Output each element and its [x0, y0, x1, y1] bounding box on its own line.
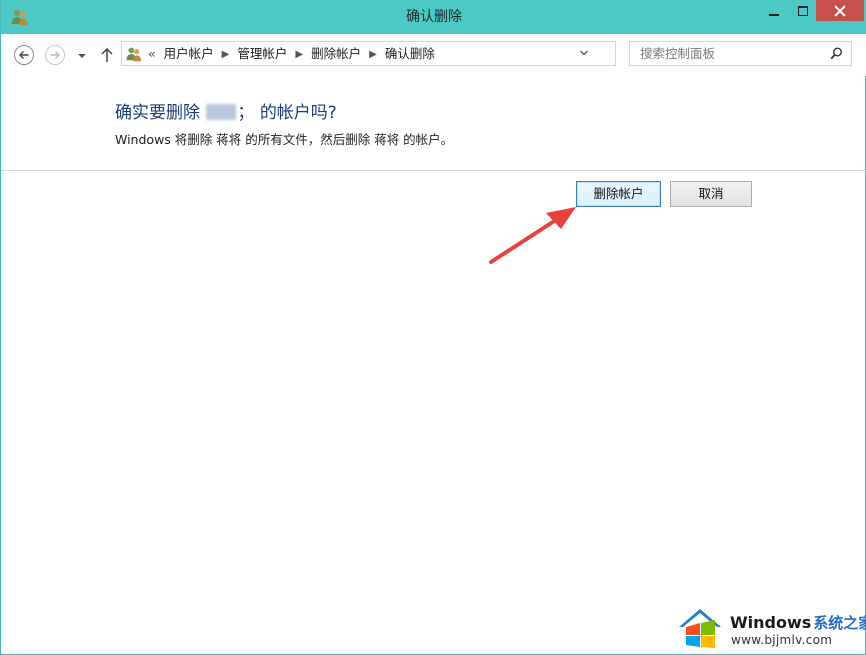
search-placeholder: 搜索控制面板	[640, 46, 716, 61]
forward-arrow-icon	[50, 51, 60, 59]
breadcrumb-overflow[interactable]: «	[148, 42, 156, 65]
breadcrumb-item-delete-account[interactable]: 删除帐户	[311, 42, 361, 65]
minimize-button[interactable]	[761, 0, 787, 22]
question-text-end: 的帐户吗?	[259, 103, 337, 123]
close-button[interactable]	[816, 0, 864, 21]
up-arrow-icon[interactable]	[99, 46, 115, 64]
redacted-username	[206, 104, 237, 120]
confirm-delete-window: 确认删除 « 用户帐户 ▶ 管理帐户 ▶ 删除帐户 ▶ 确认删除 搜索控制面板 确…	[0, 0, 866, 655]
content-header-area	[1, 76, 866, 171]
search-input[interactable]: 搜索控制面板	[629, 41, 852, 66]
question-text-start: 确实要删除	[115, 103, 200, 123]
breadcrumb-item-manage-accounts[interactable]: 管理帐户	[237, 42, 287, 65]
window-title: 确认删除	[406, 9, 462, 25]
chevron-down-icon[interactable]	[579, 48, 589, 58]
red-arrow-annotation	[489, 207, 576, 264]
chevron-right-icon[interactable]: ▶	[369, 43, 377, 66]
address-bar[interactable]: « 用户帐户 ▶ 管理帐户 ▶ 删除帐户 ▶ 确认删除	[121, 41, 729, 66]
question-partial-char: ；	[237, 103, 255, 123]
maximize-button[interactable]	[790, 0, 816, 22]
chevron-right-icon[interactable]: ▶	[295, 43, 303, 66]
watermark-brand-cn: 系统之家	[813, 614, 866, 632]
back-arrow-icon	[19, 51, 29, 59]
cancel-button[interactable]: 取消	[670, 181, 752, 207]
watermark-title: Windows 系统之家	[730, 612, 866, 633]
forward-button[interactable]	[45, 45, 65, 65]
delete-description: Windows 将删除 蒋将 的所有文件，然后删除 蒋将 的帐户。	[115, 132, 454, 147]
watermark-url: www.bjjmlv.com	[731, 633, 833, 647]
breadcrumb-item-user-accounts[interactable]: 用户帐户	[164, 42, 214, 65]
confirm-question: 确实要删除 ； 的帐户吗?	[115, 98, 337, 123]
windows-logo-icon	[679, 609, 721, 648]
users-icon	[126, 47, 142, 62]
recent-dropdown-icon[interactable]	[77, 51, 87, 61]
watermark: Windows 系统之家 www.bjjmlv.com	[677, 603, 866, 653]
back-button[interactable]	[14, 45, 34, 65]
watermark-brand: Windows	[730, 613, 812, 632]
chevron-right-icon[interactable]: ▶	[222, 43, 230, 66]
title-bar: 确认删除	[1, 0, 866, 34]
breadcrumb: « 用户帐户 ▶ 管理帐户 ▶ 删除帐户 ▶ 确认删除	[148, 42, 435, 65]
search-icon[interactable]	[830, 47, 843, 60]
breadcrumb-item-confirm-delete[interactable]: 确认删除	[385, 42, 435, 65]
navigation-bar: « 用户帐户 ▶ 管理帐户 ▶ 删除帐户 ▶ 确认删除 搜索控制面板	[1, 34, 866, 76]
